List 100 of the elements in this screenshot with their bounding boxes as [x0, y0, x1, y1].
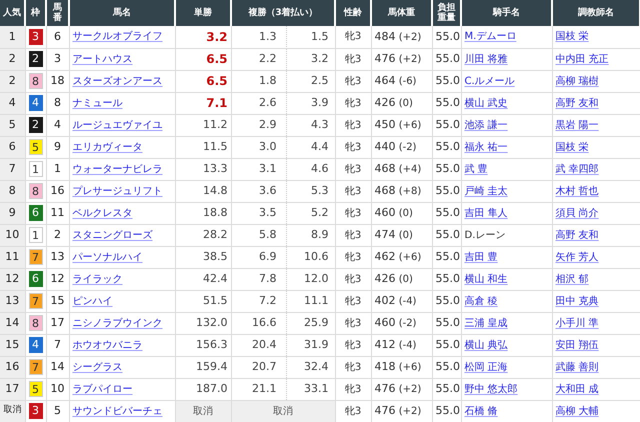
- trainer-link[interactable]: 安田 翔伍: [556, 340, 599, 350]
- horse-number-cell: 16: [46, 180, 69, 202]
- burden-weight-cell: 55.0: [432, 400, 461, 422]
- rank-cell: 10: [0, 224, 25, 246]
- horse-number-cell: 9: [46, 136, 69, 158]
- horse-name-link[interactable]: シーグラス: [72, 362, 122, 372]
- trainer-link[interactable]: 矢作 芳人: [556, 252, 599, 262]
- horse-name-link[interactable]: ピンハイ: [72, 296, 112, 306]
- horse-name-link[interactable]: ベルクレスタ: [72, 208, 132, 218]
- trainer-link[interactable]: 相沢 郁: [556, 274, 589, 284]
- frame-badge: 6: [28, 205, 42, 221]
- jockey-link[interactable]: 吉田 隼人: [464, 208, 508, 218]
- burden-weight-cell: 55.0: [432, 92, 461, 114]
- trainer-link[interactable]: 国枝 栄: [556, 142, 589, 152]
- jockey-link[interactable]: 石橋 脩: [464, 406, 498, 416]
- trainer-link[interactable]: 木村 哲也: [556, 186, 599, 196]
- horse-name-link[interactable]: スターズオンアース: [72, 76, 162, 86]
- burden-weight-cell: 55.0: [432, 26, 461, 48]
- place-odds-high: 4.4: [310, 138, 330, 155]
- horse-number-cell: 3: [46, 48, 69, 70]
- jockey-link[interactable]: 横山 典弘: [464, 340, 508, 350]
- jockey-link[interactable]: 池添 謙一: [464, 120, 508, 130]
- win-odds: 13.3: [203, 162, 228, 175]
- horse-name-link[interactable]: アートハウス: [72, 54, 132, 64]
- horse-number-cell: 12: [46, 268, 69, 290]
- body-weight: 468: [374, 184, 396, 197]
- jockey-link[interactable]: 吉田 豊: [464, 252, 498, 262]
- trainer-link[interactable]: 国枝 栄: [556, 31, 589, 42]
- jockey-link[interactable]: 横山 和生: [464, 274, 508, 284]
- place-odds-high: 31.9: [303, 336, 330, 353]
- trainer-link[interactable]: 田中 克典: [556, 296, 599, 306]
- horse-name-link[interactable]: サウンドビバーチェ: [72, 406, 162, 416]
- trainer-link[interactable]: 高野 友和: [556, 98, 599, 108]
- place-odds-high: 5.2: [310, 204, 330, 221]
- jockey-link[interactable]: 高倉 稜: [464, 296, 498, 306]
- horse-name-link[interactable]: スタニングローズ: [72, 230, 152, 240]
- jockey-link[interactable]: 川田 将雅: [464, 54, 508, 64]
- place-odds-high: 25.9: [303, 314, 330, 331]
- burden-weight-cell: 55.0: [432, 158, 461, 180]
- jockey-link[interactable]: 野中 悠太郎: [464, 384, 518, 394]
- horse-name-link[interactable]: ウォーターナビレラ: [72, 164, 162, 174]
- weight-change: (+6): [398, 252, 422, 263]
- column-header: 馬名: [69, 0, 175, 26]
- place-odds-high: 5.3: [310, 182, 330, 199]
- trainer-link[interactable]: 中内田 充正: [556, 54, 609, 64]
- horse-name-link[interactable]: エリカヴィータ: [72, 142, 142, 152]
- jockey-link[interactable]: 横山 武史: [464, 98, 508, 108]
- sex-age-cell: 牝3: [335, 114, 371, 136]
- jockey-link[interactable]: 松岡 正海: [464, 362, 508, 372]
- trainer-link[interactable]: 須貝 尚介: [556, 208, 599, 218]
- weight-change: (+8): [398, 186, 422, 197]
- trainer-link[interactable]: 高柳 大輔: [556, 406, 599, 416]
- win-odds: 156.3: [196, 338, 228, 351]
- trainer-link[interactable]: 高野 友和: [556, 230, 599, 240]
- jockey-link[interactable]: M.デムーロ: [464, 31, 516, 42]
- horse-name-link[interactable]: ルージュエヴァイユ: [72, 120, 162, 130]
- win-odds: 7.1: [206, 96, 228, 110]
- horse-name-link[interactable]: ライラック: [72, 274, 122, 284]
- horse-name-link[interactable]: パーソナルハイ: [72, 252, 142, 262]
- jockey-link[interactable]: 三浦 皇成: [464, 318, 508, 328]
- trainer-link[interactable]: 武藤 善則: [556, 362, 599, 372]
- place-odds-high: 8.9: [310, 226, 330, 243]
- win-odds: 6.5: [206, 52, 228, 66]
- burden-weight-cell: 55.0: [432, 202, 461, 224]
- frame-badge: 6: [28, 271, 42, 287]
- rank-cell: 16: [0, 356, 25, 378]
- trainer-link[interactable]: 小手川 準: [556, 318, 599, 328]
- jockey-link[interactable]: 武 豊: [464, 164, 488, 174]
- burden-weight-cell: 55.0: [432, 70, 461, 92]
- weight-change: (0): [398, 98, 413, 109]
- horse-name-link[interactable]: ナミュール: [72, 98, 122, 108]
- place-odds-low: 20.4: [251, 336, 276, 353]
- trainer-link[interactable]: 武 幸四郎: [556, 164, 599, 174]
- jockey-link[interactable]: C.ルメール: [464, 76, 515, 86]
- horse-number-cell: 14: [46, 356, 69, 378]
- weight-change: (-4): [398, 340, 416, 351]
- trainer-link[interactable]: 大和田 成: [556, 384, 599, 394]
- column-header: 性齢: [335, 0, 371, 26]
- frame-badge: 1: [28, 226, 42, 242]
- win-odds: 159.4: [196, 360, 228, 373]
- jockey-link[interactable]: 福永 祐一: [464, 142, 508, 152]
- rank-cell: 11: [0, 246, 25, 268]
- horse-name-link[interactable]: プレサージュリフト: [72, 186, 162, 196]
- place-odds-high: 4.6: [310, 160, 330, 177]
- frame-badge: 2: [28, 117, 42, 133]
- win-odds: 38.5: [203, 250, 228, 263]
- trainer-link[interactable]: 黒岩 陽一: [556, 120, 599, 130]
- column-header: 枠: [25, 0, 46, 26]
- horse-number-cell: 11: [46, 202, 69, 224]
- weight-change: (+4): [398, 164, 422, 175]
- horse-name-link[interactable]: ホウオウバニラ: [72, 340, 142, 350]
- body-weight: 426: [374, 96, 396, 109]
- place-odds-low: 2.2: [258, 50, 276, 67]
- horse-name-link[interactable]: サークルオブライフ: [72, 31, 162, 42]
- rank-cell: 2: [0, 70, 25, 92]
- trainer-link[interactable]: 高柳 瑞樹: [556, 76, 599, 86]
- weight-change: (-2): [398, 142, 416, 153]
- horse-name-link[interactable]: ラブパイロー: [72, 384, 132, 394]
- horse-name-link[interactable]: ニシノラブウインク: [72, 318, 162, 328]
- jockey-link[interactable]: 戸崎 圭太: [464, 186, 508, 196]
